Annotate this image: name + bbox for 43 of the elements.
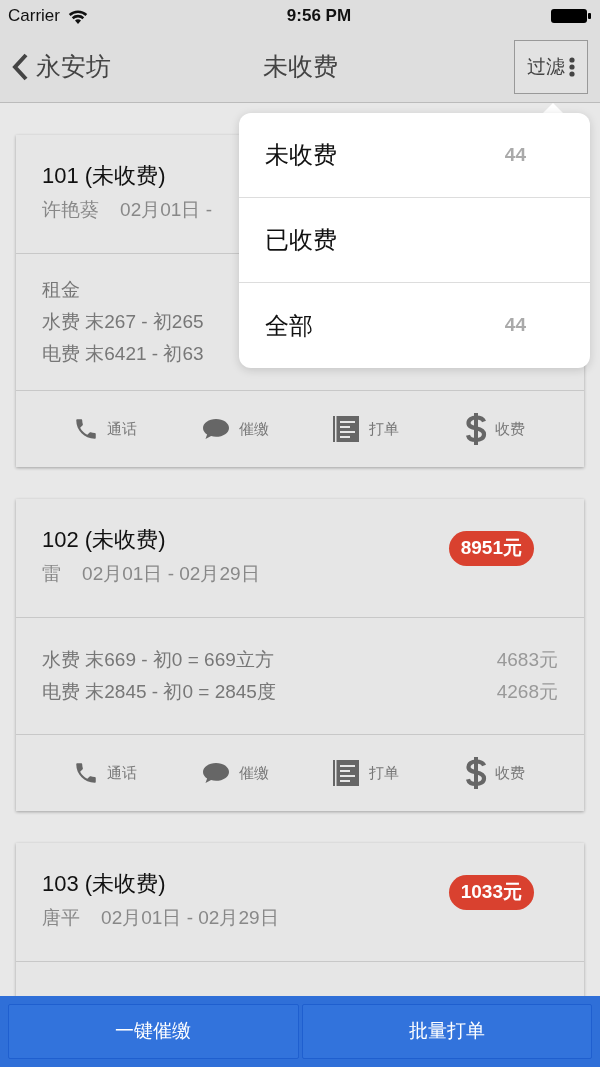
more-vertical-icon (569, 57, 575, 77)
room-title: 103 (未收费) (42, 870, 167, 898)
filter-option[interactable]: 全部 44 (239, 283, 590, 368)
battery-icon (550, 7, 592, 25)
charge-line: 水费 末669 - 初0 = 669立方 (42, 648, 274, 672)
status-time: 9:56 PM (286, 5, 352, 28)
charge-line: 电费 末2845 - 初0 = 2845度 (42, 680, 276, 704)
document-list-icon (331, 414, 361, 444)
amount-badge: 1033元 (448, 875, 534, 910)
action-button[interactable]: 催缴 (170, 416, 300, 442)
action-button[interactable]: 通话 (40, 760, 170, 786)
charge-line: 电费 末6421 - 初63 (42, 342, 204, 366)
action-button[interactable]: 通话 (40, 416, 170, 442)
wifi-icon (67, 8, 88, 24)
phone-icon (73, 416, 99, 442)
dollar-icon (465, 756, 487, 790)
tenant-dates: 许艳葵 02月01日 - (42, 198, 212, 222)
phone-icon (73, 760, 99, 786)
page-title: 未收费 (262, 51, 338, 83)
action-button[interactable]: 催缴 (170, 760, 300, 786)
charge-line: 租金 (42, 278, 80, 302)
action-button[interactable]: 打单 (300, 414, 430, 444)
room-title: 102 (未收费) (42, 526, 167, 554)
carrier-label: Carrier (8, 5, 60, 28)
charge-amount: 4268元 (496, 680, 558, 704)
bottom-action-button[interactable]: 批量打单 (301, 1004, 592, 1059)
back-button[interactable]: 永安坊 (12, 48, 111, 86)
charge-line: 水费 末267 - 初265 (42, 310, 204, 334)
tenant-dates: 唐平 02月01日 - 02月29日 (42, 906, 279, 930)
filter-button[interactable]: 过滤 (514, 40, 588, 94)
filter-option[interactable]: 未收费 44 (239, 113, 590, 198)
room-title: 101 (未收费) (42, 162, 167, 190)
charge-amount: 4683元 (496, 648, 558, 672)
amount-badge: 8951元 (448, 531, 534, 566)
chevron-left-icon (12, 53, 28, 81)
action-button[interactable]: 打单 (300, 758, 430, 788)
action-button[interactable]: 收费 (430, 756, 560, 790)
dollar-icon (465, 412, 487, 446)
document-list-icon (331, 758, 361, 788)
filter-option[interactable]: 已收费 (239, 198, 590, 283)
action-button[interactable]: 收费 (430, 412, 560, 446)
tenant-dates: 雷 02月01日 - 02月29日 (42, 562, 260, 586)
bottom-action-button[interactable]: 一键催缴 (8, 1004, 299, 1059)
